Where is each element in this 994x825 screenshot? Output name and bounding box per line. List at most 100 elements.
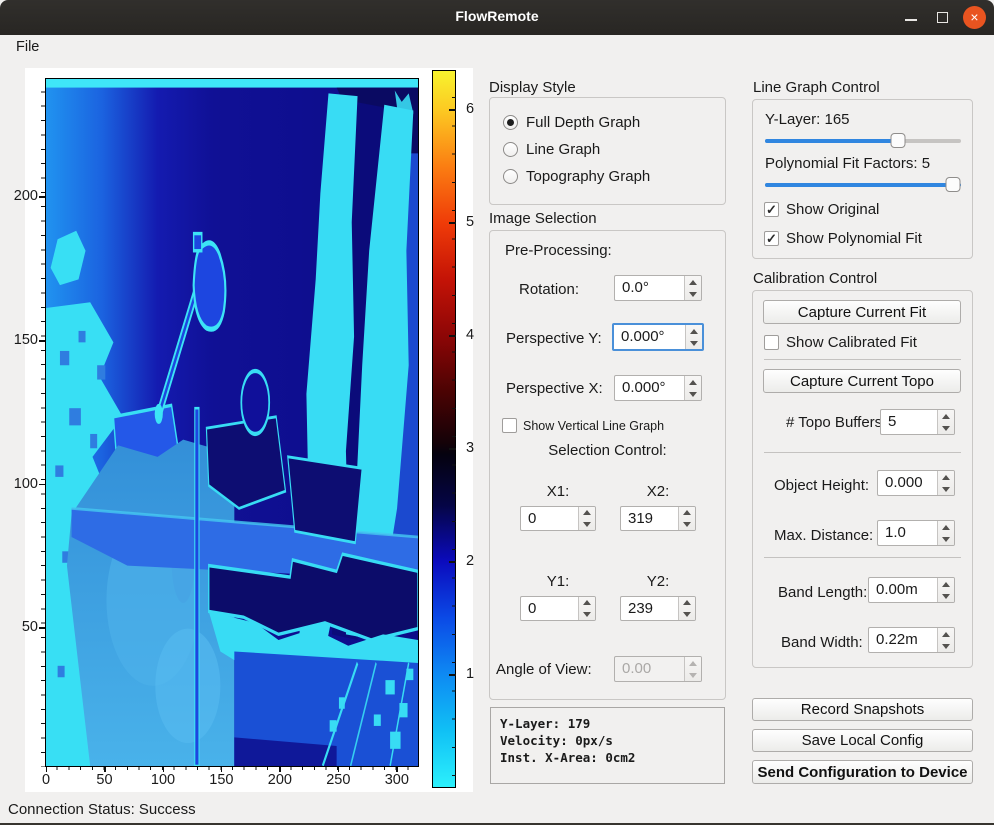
- capture-current-topo-button[interactable]: Capture Current Topo: [763, 369, 961, 393]
- colorbar-label: 4: [466, 327, 490, 343]
- info-xarea: Inst. X-Area: 0cm2: [500, 750, 635, 765]
- x-tick-label: 300: [380, 772, 414, 788]
- spin-down-button: [685, 669, 701, 681]
- radio-line-graph[interactable]: [503, 142, 518, 157]
- y1-label: Y1:: [520, 573, 596, 590]
- x1-label: X1:: [520, 483, 596, 500]
- menu-bar: File: [0, 35, 994, 59]
- band-width-spinbox[interactable]: 0.22m: [868, 627, 955, 653]
- spin-up-button[interactable]: [938, 628, 954, 640]
- radio-full-depth-graph-label: Full Depth Graph: [526, 114, 640, 131]
- colorbar-label: 2: [466, 553, 490, 569]
- check-icon: ✓: [766, 231, 777, 246]
- radio-topography-graph[interactable]: [503, 169, 518, 184]
- y2-spinbox[interactable]: 239: [620, 596, 696, 621]
- close-button[interactable]: ×: [960, 0, 990, 35]
- radio-line-graph-label: Line Graph: [526, 141, 600, 158]
- y-tick: [39, 340, 45, 342]
- band-length-spinbox[interactable]: 0.00m: [868, 577, 955, 603]
- spin-down-button[interactable]: [679, 519, 695, 531]
- y1-spinbox[interactable]: 0: [520, 596, 596, 621]
- spin-down-button[interactable]: [679, 609, 695, 621]
- send-configuration-button[interactable]: Send Configuration to Device: [752, 760, 973, 784]
- colorbar-label: 6: [466, 101, 490, 117]
- spin-down-button[interactable]: [579, 609, 595, 621]
- show-polynomial-fit-checkbox[interactable]: ✓: [764, 231, 779, 246]
- perspective-y-label: Perspective Y:: [506, 330, 602, 347]
- separator: [764, 359, 961, 360]
- spin-down-button[interactable]: [579, 519, 595, 531]
- record-snapshots-button[interactable]: Record Snapshots: [752, 698, 973, 721]
- minimize-button[interactable]: [896, 0, 926, 35]
- x-tick-label: 0: [29, 772, 63, 788]
- rotation-spinbox[interactable]: 0.0°: [614, 275, 702, 301]
- ylayer-slider-label: Y-Layer: 165: [765, 111, 850, 128]
- spin-down-button[interactable]: [938, 533, 954, 545]
- show-original-checkbox[interactable]: ✓: [764, 202, 779, 217]
- spin-up-button[interactable]: [938, 521, 954, 533]
- spin-up-button[interactable]: [579, 507, 595, 519]
- line-graph-control-title: Line Graph Control: [753, 79, 880, 96]
- radio-topography-graph-label: Topography Graph: [526, 168, 650, 185]
- separator: [764, 452, 961, 453]
- topo-buffers-label: # Topo Buffers:: [786, 414, 886, 431]
- maximize-icon: [937, 12, 948, 23]
- show-calibrated-fit-label: Show Calibrated Fit: [786, 334, 917, 351]
- radio-full-depth-graph[interactable]: [503, 115, 518, 130]
- colorbar-tick: [449, 674, 456, 676]
- x1-spinbox[interactable]: 0: [520, 506, 596, 531]
- y-tick-label: 100: [10, 476, 38, 492]
- poly-fit-slider-handle[interactable]: [946, 177, 961, 192]
- spin-up-button[interactable]: [938, 410, 954, 422]
- spin-down-button[interactable]: [938, 422, 954, 434]
- spin-down-button[interactable]: [686, 337, 702, 349]
- figure-canvas: 0 50 100 150 200 250 300 200 150 100 50 …: [25, 68, 473, 792]
- show-original-label: Show Original: [786, 201, 879, 218]
- y-axis-minor-ticks: [41, 78, 45, 767]
- spin-down-button[interactable]: [685, 288, 701, 300]
- spin-up-button[interactable]: [579, 597, 595, 609]
- band-width-label: Band Width:: [781, 634, 863, 651]
- x2-spinbox[interactable]: 319: [620, 506, 696, 531]
- spin-up-button[interactable]: [685, 376, 701, 388]
- colorbar-tick: [449, 335, 456, 337]
- spin-up-button[interactable]: [938, 578, 954, 590]
- y-tick: [39, 484, 45, 486]
- spin-down-button[interactable]: [938, 483, 954, 495]
- band-length-label: Band Length:: [778, 584, 867, 601]
- object-height-spinbox[interactable]: 0.000: [877, 470, 955, 496]
- capture-current-fit-button[interactable]: Capture Current Fit: [763, 300, 961, 324]
- save-local-config-button[interactable]: Save Local Config: [752, 729, 973, 752]
- spin-up-button[interactable]: [686, 325, 702, 337]
- y-tick: [39, 627, 45, 629]
- spin-up-button[interactable]: [938, 471, 954, 483]
- image-selection-title: Image Selection: [489, 210, 597, 227]
- y2-label: Y2:: [620, 573, 696, 590]
- spin-up-button[interactable]: [685, 276, 701, 288]
- spin-up-button[interactable]: [679, 597, 695, 609]
- colorbar-label: 1: [466, 666, 490, 682]
- spin-down-button[interactable]: [685, 388, 701, 400]
- y-tick-label: 50: [10, 619, 38, 635]
- perspective-y-spinbox[interactable]: 0.000°: [612, 323, 704, 351]
- show-calibrated-fit-checkbox[interactable]: [764, 335, 779, 350]
- connection-status: Connection Status: Success: [8, 801, 196, 818]
- spin-down-button[interactable]: [938, 590, 954, 602]
- menu-file[interactable]: File: [10, 38, 45, 56]
- topo-buffers-spinbox[interactable]: 5: [880, 409, 955, 435]
- max-distance-spinbox[interactable]: 1.0: [877, 520, 955, 546]
- colorbar-tick: [449, 448, 456, 450]
- spin-down-button[interactable]: [938, 640, 954, 652]
- perspective-x-spinbox[interactable]: 0.000°: [614, 375, 702, 401]
- maximize-button[interactable]: [928, 0, 958, 35]
- y-tick-label: 200: [10, 188, 38, 204]
- colorbar-minor-ticks: [452, 70, 456, 788]
- spin-up-button[interactable]: [679, 507, 695, 519]
- separator: [764, 557, 961, 558]
- info-velocity: Velocity: 0px/s: [500, 733, 613, 748]
- poly-fit-slider[interactable]: [765, 177, 961, 193]
- ylayer-slider-handle[interactable]: [891, 133, 906, 148]
- x2-label: X2:: [620, 483, 696, 500]
- ylayer-slider[interactable]: [765, 133, 961, 149]
- show-vertical-line-graph-checkbox[interactable]: [502, 418, 517, 433]
